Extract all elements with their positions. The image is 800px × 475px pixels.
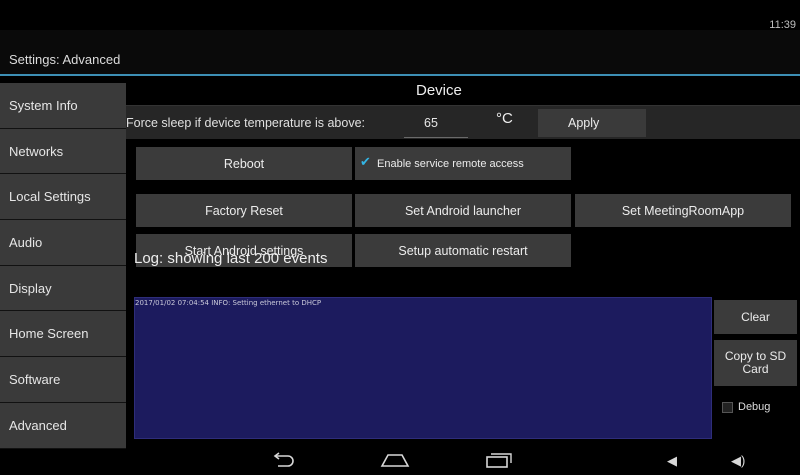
remote-access-label: Enable service remote access [377,157,524,170]
sidebar-item-audio[interactable]: Audio [0,220,126,266]
set-meetingroomapp-button[interactable]: Set MeetingRoomApp [575,194,791,227]
setup-automatic-restart-button[interactable]: Setup automatic restart [355,234,571,267]
sidebar-item-label: Home Screen [9,326,89,342]
sidebar-item-label: Software [9,371,61,387]
temperature-label: Force sleep if device temperature is abo… [126,116,366,130]
sidebar-item-label: Local Settings [9,189,91,205]
home-icon[interactable] [380,452,410,473]
sidebar-item-label: Audio [9,234,43,250]
log-area[interactable]: 2017/01/02 07:04:54 INFO: Setting ethern… [134,297,712,439]
sidebar-item-label: Display [9,280,52,296]
checkbox-checked-icon [360,154,372,170]
copy-to-sd-card-button[interactable]: Copy to SD Card [714,340,797,386]
temperature-input[interactable]: 65 [404,110,468,138]
debug-label: Debug [738,401,771,413]
log-title: Log: showing last 200 events [134,250,328,267]
temperature-row: Force sleep if device temperature is abo… [126,105,800,139]
section-title: Device [416,82,462,99]
sidebar-item-label: System Info [9,97,78,113]
temperature-unit: °C [496,110,513,127]
sidebar-item-software[interactable]: Software [0,357,126,403]
remote-access-checkbox[interactable]: Enable service remote access [355,147,571,180]
back-icon[interactable] [270,452,296,473]
log-line: 2017/01/02 07:04:54 INFO: Setting ethern… [135,299,322,307]
navigation-bar: ◀ ◀) [0,449,800,475]
sidebar-item-local-settings[interactable]: Local Settings [0,174,126,221]
sidebar: System Info Networks Local Settings Audi… [0,83,126,449]
sidebar-item-home-screen[interactable]: Home Screen [0,311,126,358]
main-panel: Device Force sleep if device temperature… [126,78,800,449]
checkbox-unchecked-icon [722,401,733,413]
page-title: Settings: Advanced [9,52,121,67]
sidebar-item-advanced[interactable]: Advanced [0,402,126,449]
volume-up-icon[interactable]: ◀) [731,452,745,470]
recents-icon[interactable] [484,452,514,473]
sidebar-item-networks[interactable]: Networks [0,128,126,175]
volume-down-icon[interactable]: ◀ [667,452,677,470]
factory-reset-button[interactable]: Factory Reset [136,194,352,227]
sidebar-item-label: Networks [9,143,64,159]
title-bar: Settings: Advanced [0,30,800,76]
apply-button[interactable]: Apply [538,109,646,137]
sidebar-item-system-info[interactable]: System Info [0,83,126,129]
debug-checkbox[interactable]: Debug [722,401,770,413]
clear-button[interactable]: Clear [714,300,797,334]
sidebar-item-display[interactable]: Display [0,265,126,312]
set-android-launcher-button[interactable]: Set Android launcher [355,194,571,227]
reboot-button[interactable]: Reboot [136,147,352,180]
sidebar-item-label: Advanced [9,417,67,433]
status-bar: 11:39 [0,0,800,31]
